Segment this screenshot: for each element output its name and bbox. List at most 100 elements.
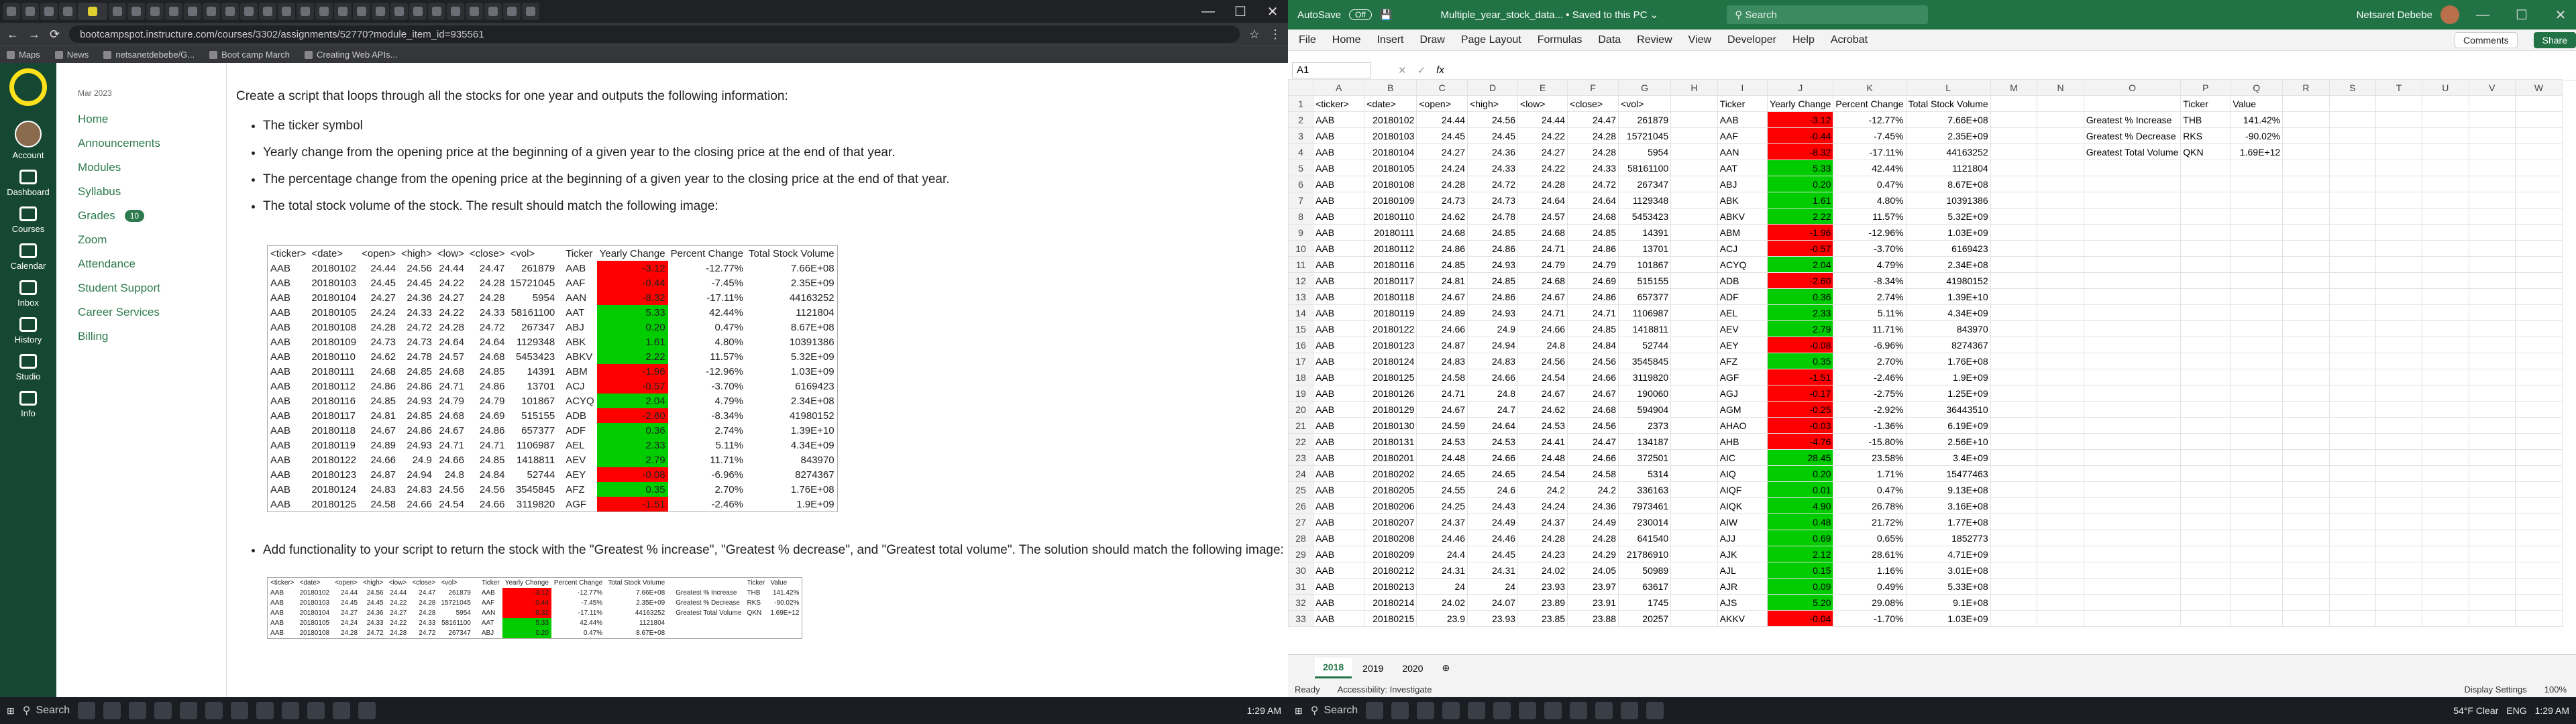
cell[interactable] <box>2282 449 2330 466</box>
cell[interactable]: 1.39E+10 <box>1905 288 1991 305</box>
cell[interactable]: AJL <box>1717 562 1768 579</box>
cell[interactable] <box>2083 562 2182 579</box>
cell[interactable]: 23.88 <box>1567 610 1619 627</box>
browser-tab[interactable] <box>522 3 539 20</box>
cell[interactable] <box>2180 320 2231 337</box>
cell[interactable]: -8.34% <box>1833 272 1907 289</box>
cell[interactable] <box>1670 546 1718 562</box>
cell[interactable] <box>1990 610 2038 627</box>
column-header[interactable]: R <box>2282 79 2330 96</box>
cell[interactable] <box>2037 433 2084 450</box>
cell[interactable] <box>2422 353 2469 369</box>
cell[interactable] <box>1670 127 1718 144</box>
cell[interactable] <box>2468 272 2516 289</box>
cell[interactable]: 24.81 <box>1416 272 1468 289</box>
cell[interactable] <box>2514 288 2563 305</box>
cell[interactable]: 24.71 <box>1517 240 1568 257</box>
cell[interactable] <box>2037 562 2084 579</box>
cell[interactable] <box>1990 192 2038 208</box>
cell[interactable]: AAB <box>1313 240 1365 257</box>
cell[interactable]: RKS <box>2180 127 2231 144</box>
ribbon-tab-help[interactable]: Help <box>1792 34 1815 46</box>
cell[interactable] <box>2282 272 2330 289</box>
cell[interactable] <box>2422 176 2469 192</box>
cell[interactable] <box>2422 272 2469 289</box>
cell[interactable]: 2.12 <box>1767 546 1834 562</box>
share-button[interactable]: Share <box>2533 32 2576 48</box>
taskbar-app-icon[interactable] <box>1468 702 1486 719</box>
cell[interactable]: 24.86 <box>1416 240 1468 257</box>
cell[interactable]: 24.71 <box>1567 304 1619 321</box>
cell[interactable] <box>2282 369 2330 385</box>
cell[interactable] <box>2514 465 2563 482</box>
cell[interactable] <box>2037 256 2084 273</box>
cell[interactable] <box>2422 578 2469 595</box>
cell[interactable]: 24.65 <box>1416 465 1468 482</box>
cell[interactable]: AAB <box>1313 272 1365 289</box>
row-header[interactable]: 4 <box>1288 143 1314 160</box>
cell[interactable] <box>2230 160 2284 176</box>
cell[interactable] <box>1670 610 1718 627</box>
column-header[interactable]: D <box>1467 79 1519 96</box>
cell[interactable]: 24.02 <box>1517 562 1568 579</box>
cell[interactable] <box>2468 530 2516 546</box>
cell[interactable] <box>2468 143 2516 160</box>
browser-tab[interactable] <box>184 3 201 20</box>
cell[interactable]: AAB <box>1313 401 1365 418</box>
clock[interactable]: 1:29 AM <box>1247 705 1281 716</box>
cell[interactable]: -2.60 <box>1767 272 1834 289</box>
browser-tab[interactable] <box>409 3 427 20</box>
cell[interactable]: 24.68 <box>1517 272 1568 289</box>
user-name[interactable]: Netsaret Debebe <box>2357 9 2432 21</box>
cell[interactable]: 24.62 <box>1517 401 1568 418</box>
cell[interactable]: -3.70% <box>1833 240 1907 257</box>
cell[interactable]: -0.57 <box>1767 240 1834 257</box>
cell[interactable]: AGF <box>1717 369 1768 385</box>
cell[interactable] <box>2282 401 2330 418</box>
cell[interactable]: 23.58% <box>1833 449 1907 466</box>
browser-tab[interactable] <box>278 3 295 20</box>
cell[interactable]: 24.29 <box>1567 546 1619 562</box>
taskbar-search[interactable]: ⚲ Search <box>1311 704 1358 717</box>
cell[interactable]: 29.08% <box>1833 594 1907 611</box>
cell[interactable] <box>2422 224 2469 241</box>
browser-tab[interactable] <box>240 3 258 20</box>
taskbar-app-icon[interactable] <box>256 702 274 719</box>
ribbon-tab-draw[interactable]: Draw <box>1419 34 1444 46</box>
cell[interactable]: 24.45 <box>1467 127 1519 144</box>
cell[interactable] <box>2037 417 2084 434</box>
cell[interactable]: 24.33 <box>1567 160 1619 176</box>
autosave-toggle[interactable]: Off <box>1349 9 1372 20</box>
cell[interactable] <box>2514 337 2563 353</box>
cell[interactable] <box>2468 369 2516 385</box>
zoom-level[interactable]: 100% <box>2544 684 2567 695</box>
cell[interactable]: 2.22 <box>1767 208 1834 225</box>
cell[interactable]: 2373 <box>1618 417 1672 434</box>
cell[interactable]: AAB <box>1313 385 1365 402</box>
row-header[interactable]: 22 <box>1288 433 1314 450</box>
cell[interactable] <box>2328 546 2376 562</box>
browser-tab[interactable] <box>109 3 126 20</box>
university-logo[interactable] <box>0 63 56 111</box>
cell[interactable]: AAB <box>1313 143 1365 160</box>
cell[interactable] <box>2230 417 2284 434</box>
cell[interactable] <box>2083 288 2182 305</box>
cell[interactable]: ACYQ <box>1717 256 1768 273</box>
cell[interactable]: 20180124 <box>1364 353 1417 369</box>
cell[interactable] <box>2230 240 2284 257</box>
cell[interactable] <box>2282 192 2330 208</box>
cell[interactable]: 24.86 <box>1467 240 1519 257</box>
cell[interactable] <box>2230 288 2284 305</box>
cell[interactable]: 24.49 <box>1567 514 1619 530</box>
cell[interactable] <box>1670 192 1718 208</box>
cell[interactable] <box>2514 111 2563 128</box>
cell[interactable] <box>2514 433 2563 450</box>
maximize-icon[interactable]: ☐ <box>2506 7 2537 23</box>
cell[interactable]: 20180103 <box>1364 127 1417 144</box>
cell[interactable] <box>2514 481 2563 498</box>
cell[interactable] <box>1990 417 2038 434</box>
cell[interactable]: 1.03E+09 <box>1905 224 1991 241</box>
corner-cell[interactable] <box>1288 79 1314 96</box>
cell[interactable] <box>2328 465 2376 482</box>
maximize-icon[interactable]: ☐ <box>1225 3 1256 20</box>
